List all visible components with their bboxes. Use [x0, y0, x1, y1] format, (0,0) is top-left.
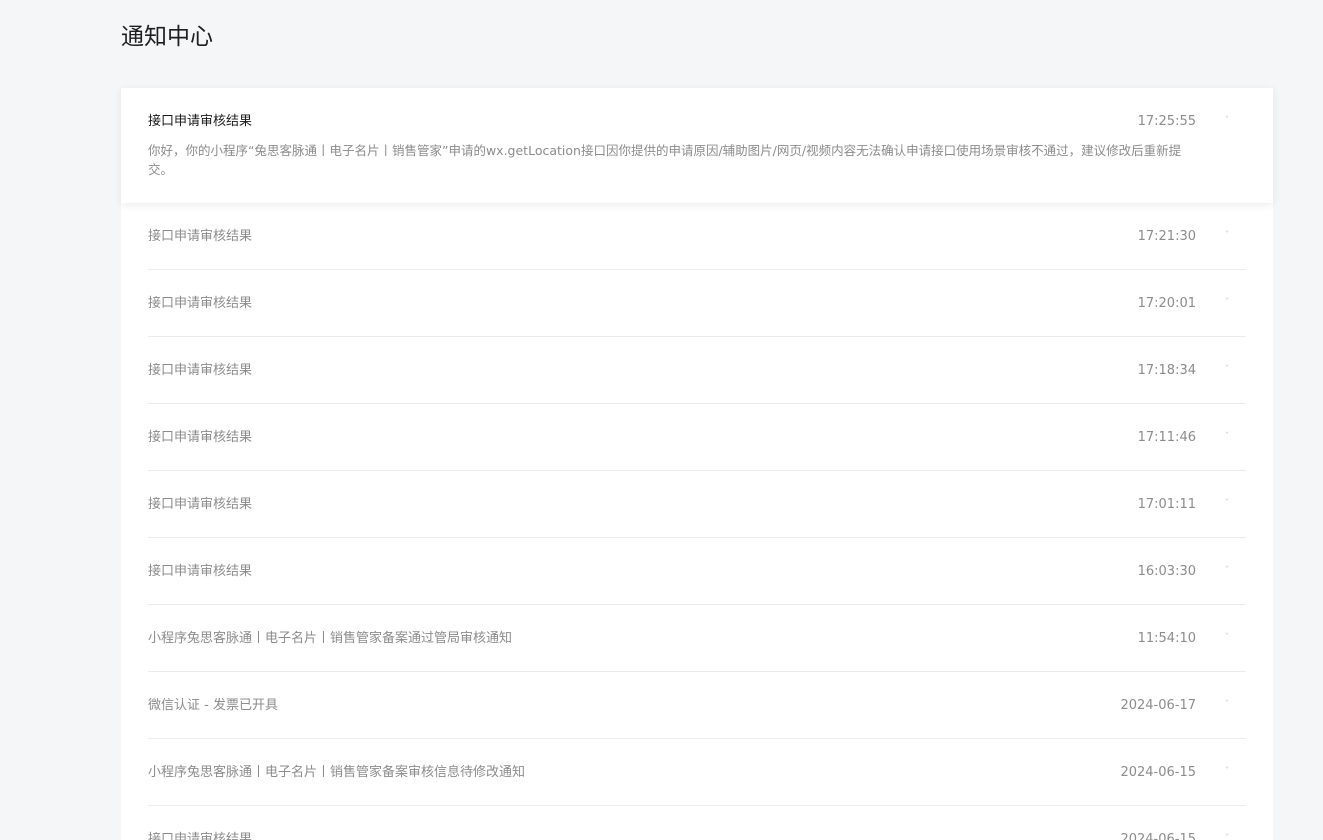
chevron-down-icon[interactable]: ˇ — [1223, 299, 1231, 308]
chevron-down-icon[interactable]: ˇ — [1223, 701, 1231, 710]
chevron-down-icon[interactable]: ˇ — [1223, 366, 1231, 375]
notification-list: 接口申请审核结果 17:21:30 ˇ 接口申请审核结果 17:20:01 ˇ … — [121, 203, 1273, 840]
chevron-up-icon[interactable]: ˆ — [1223, 117, 1231, 126]
notification-title: 微信认证 - 发票已开具 — [148, 698, 278, 713]
notification-content: 你好，你的小程序“兔思客脉通丨电子名片丨销售管家”申请的wx.getLocati… — [148, 143, 1182, 177]
notification-item-expanded[interactable]: 接口申请审核结果 17:25:55 ˆ 你好，你的小程序“兔思客脉通丨电子名片丨… — [121, 88, 1273, 203]
notification-time: 17:18:34 — [1137, 363, 1196, 378]
notification-item[interactable]: 接口申请审核结果 17:21:30 ˇ — [148, 203, 1246, 270]
notification-item[interactable]: 小程序兔思客脉通丨电子名片丨销售管家备案通过管局审核通知 11:54:10 ˇ — [148, 605, 1246, 672]
chevron-down-icon[interactable]: ˇ — [1223, 768, 1231, 777]
notification-item[interactable]: 接口申请审核结果 17:20:01 ˇ — [148, 270, 1246, 337]
notification-time: 2024-06-17 — [1120, 698, 1196, 713]
chevron-down-icon[interactable]: ˇ — [1223, 232, 1231, 241]
notification-title: 接口申请审核结果 — [148, 296, 253, 311]
notification-time: 17:01:11 — [1137, 497, 1196, 512]
notification-time: 17:21:30 — [1137, 229, 1196, 244]
notification-item[interactable]: 接口申请审核结果 16:03:30 ˇ — [148, 538, 1246, 605]
notification-item[interactable]: 微信认证 - 发票已开具 2024-06-17 ˇ — [148, 672, 1246, 739]
notification-item[interactable]: 接口申请审核结果 17:18:34 ˇ — [148, 337, 1246, 404]
notification-item[interactable]: 接口申请审核结果 17:11:46 ˇ — [148, 404, 1246, 471]
notification-time: 11:54:10 — [1137, 631, 1196, 646]
notification-list-panel: 接口申请审核结果 17:25:55 ˆ 你好，你的小程序“兔思客脉通丨电子名片丨… — [121, 88, 1273, 840]
chevron-down-icon[interactable]: ˇ — [1223, 835, 1231, 840]
notification-time: 17:11:46 — [1137, 430, 1196, 445]
notification-item[interactable]: 接口申请审核结果 2024-06-15 ˇ — [148, 806, 1246, 840]
page-title: 通知中心 — [121, 24, 213, 50]
notification-time: 17:20:01 — [1137, 296, 1196, 311]
notification-item[interactable]: 小程序兔思客脉通丨电子名片丨销售管家备案审核信息待修改通知 2024-06-15… — [148, 739, 1246, 806]
notification-item[interactable]: 接口申请审核结果 17:01:11 ˇ — [148, 471, 1246, 538]
notification-title: 小程序兔思客脉通丨电子名片丨销售管家备案通过管局审核通知 — [148, 631, 513, 646]
notification-title: 接口申请审核结果 — [148, 114, 253, 129]
notification-time: 17:25:55 — [1137, 114, 1196, 129]
chevron-down-icon[interactable]: ˇ — [1223, 634, 1231, 643]
notification-title: 接口申请审核结果 — [148, 564, 253, 579]
notification-title: 接口申请审核结果 — [148, 497, 253, 512]
notification-time: 2024-06-15 — [1120, 765, 1196, 780]
notification-title: 接口申请审核结果 — [148, 430, 253, 445]
notification-title: 接口申请审核结果 — [148, 832, 253, 840]
notification-time: 16:03:30 — [1137, 564, 1196, 579]
chevron-down-icon[interactable]: ˇ — [1223, 567, 1231, 576]
notification-title: 接口申请审核结果 — [148, 363, 253, 378]
notification-center-page: 通知中心 接口申请审核结果 17:25:55 ˆ 你好，你的小程序“兔思客脉通丨… — [0, 0, 1323, 840]
chevron-down-icon[interactable]: ˇ — [1223, 500, 1231, 509]
notification-title: 小程序兔思客脉通丨电子名片丨销售管家备案审核信息待修改通知 — [148, 765, 526, 780]
notification-time: 2024-06-15 — [1120, 832, 1196, 840]
chevron-down-icon[interactable]: ˇ — [1223, 433, 1231, 442]
notification-title: 接口申请审核结果 — [148, 229, 253, 244]
